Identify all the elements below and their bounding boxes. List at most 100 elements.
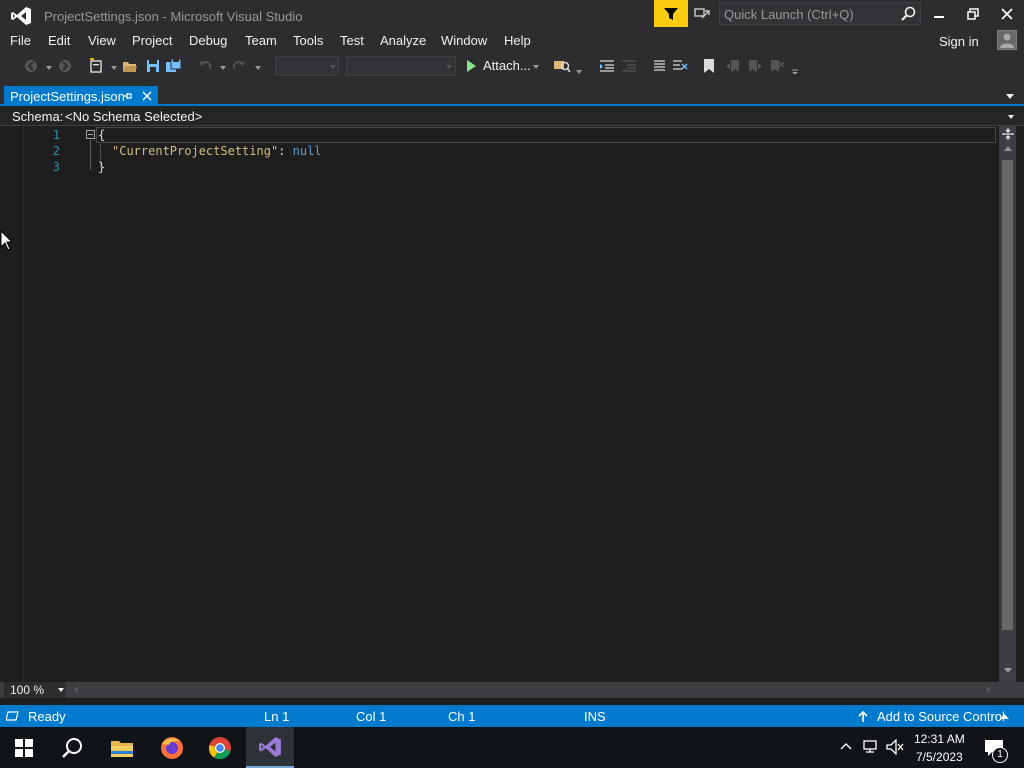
- clock-date[interactable]: 7/5/2023: [916, 750, 963, 764]
- caret-up-icon[interactable]: [1000, 714, 1009, 720]
- play-icon: [467, 60, 476, 72]
- indent-button[interactable]: [620, 56, 638, 76]
- visual-studio-logo-icon[interactable]: [10, 6, 32, 26]
- quick-launch-input[interactable]: [724, 5, 894, 23]
- menu-file[interactable]: File: [10, 33, 31, 48]
- tab-overflow-dropdown[interactable]: [1006, 94, 1014, 99]
- menu-view[interactable]: View: [88, 33, 116, 48]
- find-dropdown-caret[interactable]: [576, 70, 582, 74]
- menu-help[interactable]: Help: [504, 33, 531, 48]
- volume-muted-icon[interactable]: [886, 739, 904, 755]
- vertical-scroll-thumb[interactable]: [1002, 160, 1013, 630]
- scroll-up-arrow[interactable]: [1004, 146, 1012, 151]
- scroll-left-arrow[interactable]: [73, 686, 79, 694]
- scroll-down-arrow[interactable]: [1004, 668, 1012, 673]
- mouse-pointer-icon: [0, 230, 14, 251]
- taskbar-search-button[interactable]: [48, 727, 96, 768]
- schema-dropdown-caret[interactable]: [1008, 115, 1014, 119]
- live-share-icon[interactable]: [694, 6, 712, 22]
- json-colon: :: [278, 144, 293, 158]
- zoom-dropdown-caret[interactable]: [58, 688, 64, 692]
- notification-count-badge: 1: [992, 747, 1008, 763]
- pin-icon[interactable]: [123, 91, 133, 101]
- solution-platform-dropdown[interactable]: [346, 56, 456, 76]
- sign-in-link[interactable]: Sign in: [939, 34, 979, 49]
- horizontal-scrollbar[interactable]: [70, 682, 1000, 698]
- outline-guide: [90, 140, 91, 170]
- redo-dropdown-caret[interactable]: [255, 66, 261, 70]
- back-dropdown-caret[interactable]: [46, 66, 52, 70]
- undo-dropdown-caret[interactable]: [220, 66, 226, 70]
- outdent-icon: [600, 60, 614, 72]
- taskbar-chrome[interactable]: [196, 727, 244, 768]
- uncomment-button[interactable]: [671, 56, 689, 76]
- next-bookmark-button[interactable]: [746, 56, 764, 76]
- menu-analyze[interactable]: Analyze: [380, 33, 426, 48]
- previous-bookmark-button[interactable]: [724, 56, 742, 76]
- add-to-source-control-button[interactable]: Add to Source Control: [877, 709, 1005, 724]
- zoom-dropdown[interactable]: 100 %: [4, 682, 66, 698]
- attach-dropdown-caret[interactable]: [533, 65, 539, 69]
- redo-button[interactable]: [230, 56, 248, 76]
- redo-icon: [233, 61, 245, 70]
- send-feedback-button[interactable]: [654, 0, 688, 27]
- toggle-bookmark-button[interactable]: [700, 56, 718, 76]
- menu-window[interactable]: Window: [441, 33, 487, 48]
- restore-icon: [967, 8, 979, 20]
- solution-configuration-dropdown[interactable]: [275, 56, 339, 76]
- close-window-button[interactable]: [990, 0, 1024, 28]
- tab-projectsettings-json[interactable]: ProjectSettings.json: [4, 86, 158, 106]
- search-icon[interactable]: [900, 6, 916, 22]
- indicator-margin[interactable]: [0, 126, 24, 682]
- menu-test[interactable]: Test: [340, 33, 364, 48]
- toolbar-options-button[interactable]: [786, 56, 804, 76]
- comment-button[interactable]: [649, 56, 667, 76]
- collapse-outline-icon[interactable]: [86, 130, 95, 139]
- undo-icon: [199, 61, 211, 70]
- restore-button[interactable]: [956, 0, 990, 28]
- vertical-scrollbar[interactable]: [999, 126, 1016, 682]
- new-project-button[interactable]: [87, 56, 105, 76]
- menu-project[interactable]: Project: [132, 33, 172, 48]
- attach-button-label[interactable]: Attach...: [483, 58, 531, 73]
- clock-time[interactable]: 12:31 AM: [914, 732, 965, 746]
- taskbar-firefox[interactable]: [148, 727, 196, 768]
- action-center-button[interactable]: 1: [978, 727, 1024, 768]
- menu-team[interactable]: Team: [245, 33, 277, 48]
- user-silhouette-icon: [1000, 33, 1014, 48]
- minimize-button[interactable]: [922, 0, 956, 28]
- schema-bar: Schema: <No Schema Selected>: [0, 106, 1024, 126]
- menu-debug[interactable]: Debug: [189, 33, 227, 48]
- show-hidden-icons-chevron-icon[interactable]: [840, 742, 852, 750]
- editor-bottom-bar: 100 %: [0, 682, 1024, 698]
- clear-bookmarks-button[interactable]: [768, 56, 786, 76]
- start-debugging-button[interactable]: [462, 56, 480, 76]
- taskbar-file-explorer[interactable]: [98, 727, 146, 768]
- quick-launch-box[interactable]: [719, 2, 921, 25]
- start-button[interactable]: [0, 727, 48, 768]
- menu-edit[interactable]: Edit: [48, 33, 70, 48]
- split-window-icon[interactable]: [1000, 127, 1016, 141]
- account-icon[interactable]: [997, 30, 1017, 50]
- scroll-right-arrow[interactable]: [986, 686, 992, 694]
- navigate-forward-button[interactable]: [56, 56, 74, 76]
- bookmark-icon: [704, 59, 714, 73]
- taskbar-visual-studio[interactable]: [246, 727, 294, 768]
- network-icon[interactable]: [862, 739, 880, 755]
- windows-logo-icon: [15, 738, 33, 757]
- save-button[interactable]: [144, 56, 162, 76]
- close-tab-icon[interactable]: [142, 91, 152, 101]
- save-all-button[interactable]: [165, 56, 183, 76]
- menu-tools[interactable]: Tools: [293, 33, 323, 48]
- code-editor[interactable]: 1 2 3 { "CurrentProjectSetting": null }: [0, 126, 1000, 682]
- open-file-button[interactable]: [121, 56, 139, 76]
- schema-dropdown[interactable]: <No Schema Selected>: [65, 109, 202, 124]
- up-arrow-icon[interactable]: [857, 711, 869, 723]
- undo-button[interactable]: [196, 56, 214, 76]
- find-in-files-button[interactable]: [553, 56, 571, 76]
- new-project-dropdown-caret[interactable]: [111, 66, 117, 70]
- navigate-back-button[interactable]: [22, 56, 40, 76]
- back-arrow-icon: [25, 60, 37, 72]
- clear-bookmarks-icon: [771, 60, 785, 72]
- outdent-button[interactable]: [598, 56, 616, 76]
